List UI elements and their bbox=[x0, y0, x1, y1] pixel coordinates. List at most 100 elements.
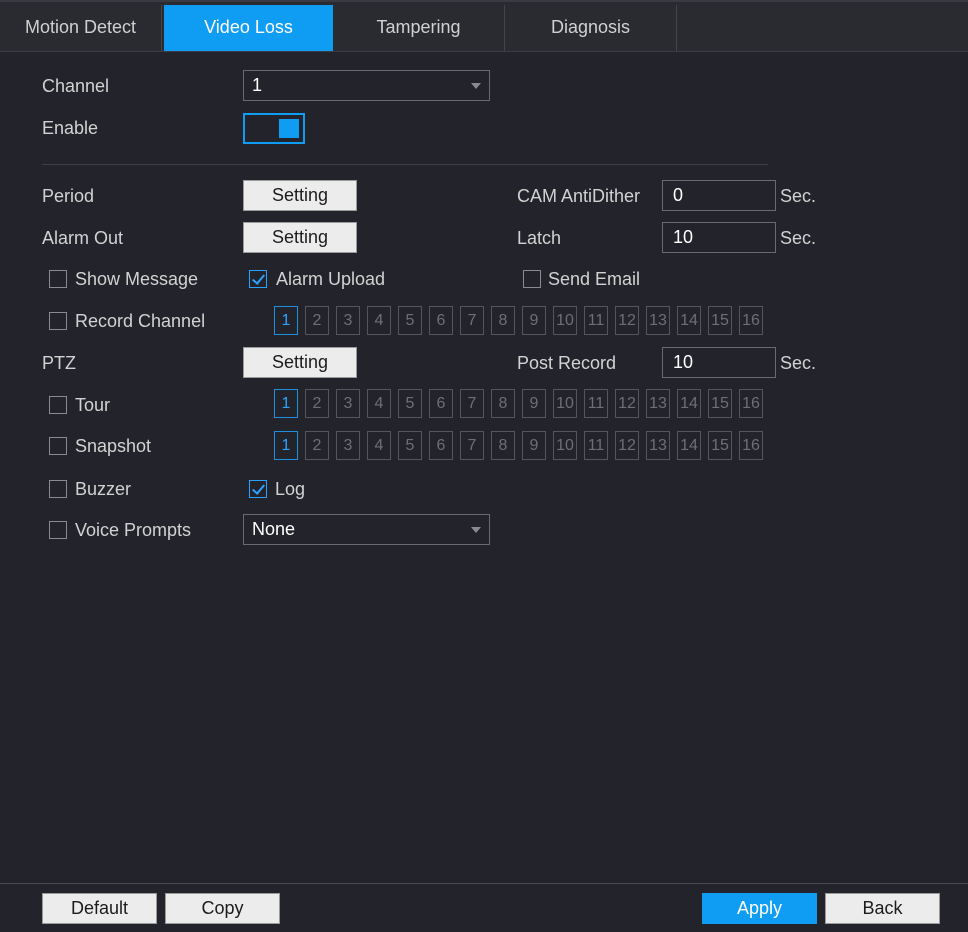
cam-antidither-unit: Sec. bbox=[780, 186, 817, 206]
voice-prompts-checkbox[interactable] bbox=[49, 521, 67, 539]
tab-tampering[interactable]: Tampering bbox=[333, 5, 505, 51]
latch-input[interactable]: 10 bbox=[662, 222, 776, 253]
channel-number-14[interactable]: 14 bbox=[677, 389, 701, 418]
channel-number-4[interactable]: 4 bbox=[367, 306, 391, 335]
channel-number-9[interactable]: 9 bbox=[522, 389, 546, 418]
chevron-down-icon bbox=[471, 527, 481, 533]
channel-number-8[interactable]: 8 bbox=[491, 389, 515, 418]
buzzer-checkbox[interactable] bbox=[49, 480, 67, 498]
cam-antidither-label: CAM AntiDither bbox=[517, 186, 641, 206]
channel-number-5[interactable]: 5 bbox=[398, 306, 422, 335]
latch-unit: Sec. bbox=[780, 228, 817, 248]
channel-number-12[interactable]: 12 bbox=[615, 431, 639, 460]
snapshot-checkbox[interactable] bbox=[49, 437, 67, 455]
default-button[interactable]: Default bbox=[42, 893, 157, 924]
cam-antidither-input[interactable]: 0 bbox=[662, 180, 776, 211]
voice-prompts-select[interactable]: None bbox=[243, 514, 490, 545]
post-record-input[interactable]: 10 bbox=[662, 347, 776, 378]
tour-label: Tour bbox=[75, 395, 111, 415]
back-button[interactable]: Back bbox=[825, 893, 940, 924]
channel-number-2[interactable]: 2 bbox=[305, 431, 329, 460]
copy-button[interactable]: Copy bbox=[165, 893, 280, 924]
alarm-out-label: Alarm Out bbox=[42, 228, 124, 248]
latch-label: Latch bbox=[517, 228, 562, 248]
channel-number-11[interactable]: 11 bbox=[584, 389, 608, 418]
chevron-down-icon bbox=[471, 83, 481, 89]
show-message-checkbox[interactable] bbox=[49, 270, 67, 288]
voice-prompts-label: Voice Prompts bbox=[75, 520, 192, 540]
period-label: Period bbox=[42, 186, 95, 206]
channel-number-2[interactable]: 2 bbox=[305, 389, 329, 418]
tab-diagnosis[interactable]: Diagnosis bbox=[505, 5, 677, 51]
channel-number-7[interactable]: 7 bbox=[460, 306, 484, 335]
channel-number-1[interactable]: 1 bbox=[274, 389, 298, 418]
channel-number-7[interactable]: 7 bbox=[460, 389, 484, 418]
channel-number-14[interactable]: 14 bbox=[677, 306, 701, 335]
snapshot-label: Snapshot bbox=[75, 436, 152, 456]
channel-number-10[interactable]: 10 bbox=[553, 431, 577, 460]
record-channel-checkbox[interactable] bbox=[49, 312, 67, 330]
alarm-upload-checkbox[interactable] bbox=[249, 270, 267, 288]
post-record-unit: Sec. bbox=[780, 353, 817, 373]
channel-number-2[interactable]: 2 bbox=[305, 306, 329, 335]
channel-number-10[interactable]: 10 bbox=[553, 389, 577, 418]
channel-number-16[interactable]: 16 bbox=[739, 431, 763, 460]
channel-number-8[interactable]: 8 bbox=[491, 431, 515, 460]
alarm-out-setting-button[interactable]: Setting bbox=[243, 222, 357, 253]
post-record-label: Post Record bbox=[517, 353, 617, 373]
enable-toggle[interactable] bbox=[243, 113, 305, 144]
channel-number-4[interactable]: 4 bbox=[367, 389, 391, 418]
period-setting-button[interactable]: Setting bbox=[243, 180, 357, 211]
log-checkbox[interactable] bbox=[249, 480, 267, 498]
channel-number-11[interactable]: 11 bbox=[584, 306, 608, 335]
show-message-label: Show Message bbox=[75, 269, 199, 289]
voice-prompts-select-value: None bbox=[252, 519, 296, 539]
apply-button[interactable]: Apply bbox=[702, 893, 817, 924]
send-email-label: Send Email bbox=[548, 269, 641, 289]
channel-number-16[interactable]: 16 bbox=[739, 389, 763, 418]
tab-motion-detect[interactable]: Motion Detect bbox=[0, 5, 162, 51]
channel-number-1[interactable]: 1 bbox=[274, 306, 298, 335]
send-email-checkbox[interactable] bbox=[523, 270, 541, 288]
record-channel-label: Record Channel bbox=[75, 311, 206, 331]
channel-number-15[interactable]: 15 bbox=[708, 306, 732, 335]
tab-bar: Motion Detect Video Loss Tampering Diagn… bbox=[0, 0, 968, 52]
channel-number-1[interactable]: 1 bbox=[274, 431, 298, 460]
log-label: Log bbox=[275, 479, 306, 499]
alarm-upload-label: Alarm Upload bbox=[276, 269, 386, 289]
channel-label: Channel bbox=[42, 76, 110, 96]
channel-number-4[interactable]: 4 bbox=[367, 431, 391, 460]
toggle-knob bbox=[279, 119, 299, 138]
channel-number-7[interactable]: 7 bbox=[460, 431, 484, 460]
channel-number-14[interactable]: 14 bbox=[677, 431, 701, 460]
channel-number-15[interactable]: 15 bbox=[708, 389, 732, 418]
channel-number-8[interactable]: 8 bbox=[491, 306, 515, 335]
buzzer-label: Buzzer bbox=[75, 479, 132, 499]
channel-select[interactable]: 1 bbox=[243, 70, 490, 101]
channel-number-6[interactable]: 6 bbox=[429, 306, 453, 335]
enable-label: Enable bbox=[42, 118, 99, 138]
channel-number-15[interactable]: 15 bbox=[708, 431, 732, 460]
channel-number-3[interactable]: 3 bbox=[336, 389, 360, 418]
channel-number-13[interactable]: 13 bbox=[646, 431, 670, 460]
channel-number-3[interactable]: 3 bbox=[336, 431, 360, 460]
channel-number-11[interactable]: 11 bbox=[584, 431, 608, 460]
tour-checkbox[interactable] bbox=[49, 396, 67, 414]
channel-number-6[interactable]: 6 bbox=[429, 389, 453, 418]
channel-number-9[interactable]: 9 bbox=[522, 431, 546, 460]
channel-number-5[interactable]: 5 bbox=[398, 389, 422, 418]
channel-number-5[interactable]: 5 bbox=[398, 431, 422, 460]
divider bbox=[42, 164, 768, 165]
channel-select-value: 1 bbox=[252, 75, 263, 95]
channel-number-3[interactable]: 3 bbox=[336, 306, 360, 335]
channel-number-12[interactable]: 12 bbox=[615, 306, 639, 335]
ptz-setting-button[interactable]: Setting bbox=[243, 347, 357, 378]
channel-number-16[interactable]: 16 bbox=[739, 306, 763, 335]
channel-number-6[interactable]: 6 bbox=[429, 431, 453, 460]
channel-number-10[interactable]: 10 bbox=[553, 306, 577, 335]
channel-number-9[interactable]: 9 bbox=[522, 306, 546, 335]
channel-number-13[interactable]: 13 bbox=[646, 306, 670, 335]
channel-number-12[interactable]: 12 bbox=[615, 389, 639, 418]
tab-video-loss[interactable]: Video Loss bbox=[164, 5, 333, 51]
channel-number-13[interactable]: 13 bbox=[646, 389, 670, 418]
